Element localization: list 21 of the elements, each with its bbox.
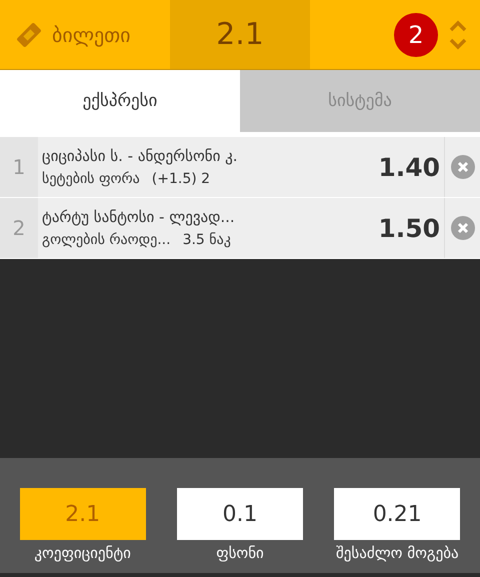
summary-label: კოეფიციენტი [34,544,131,562]
market-name: გოლების რაოდე... [42,232,171,248]
bet-pick: (+1.5) 2 [152,171,210,187]
remove-icon[interactable] [450,154,476,180]
bet-odds: 1.40 [377,152,441,184]
event-name: ციციპასი ს. - ანდერსონი კ. [42,147,239,165]
tab[interactable]: ექსპრესი [0,70,240,132]
event-name: ტარტუ სანტოსი - ლევად... [42,208,236,226]
summary-value[interactable]: 0.1 [176,488,303,540]
count-badge: 2 [394,12,438,56]
remove-icon[interactable] [450,215,476,241]
summary-label: შესაძლო მოგება [336,544,459,562]
market-name: სეტების ფორა [42,171,140,187]
bet-number: 1 [0,137,38,197]
ticket-title: ბილეთი [52,22,131,46]
summary-value[interactable]: 0.21 [334,488,460,540]
total-odds: 2.1 [170,0,310,69]
bet-odds: 1.50 [377,212,441,244]
summary-label: ფსონი [216,544,264,562]
bet-pick: 3.5 ნაკ [182,232,231,248]
bet-number: 2 [0,198,38,258]
